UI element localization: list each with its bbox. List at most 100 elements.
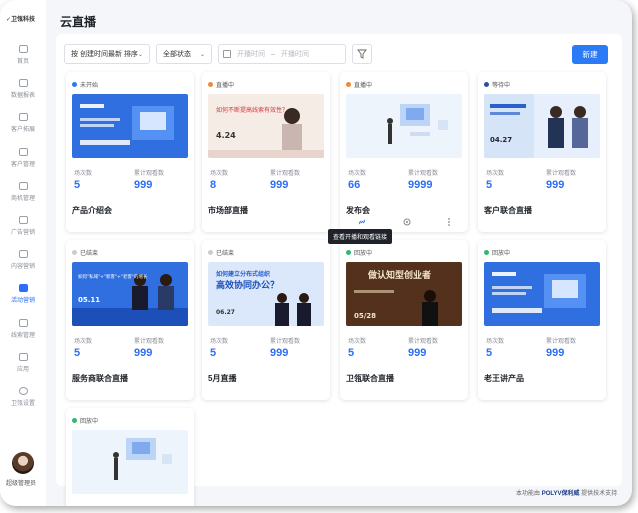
card-thumbnail (72, 430, 188, 494)
home-icon (18, 45, 28, 54)
live-card[interactable]: 直播中 如何不断提高线索有效性？ 4.24 场次数 累计观看数 8 999 市场部… (202, 72, 330, 232)
live-card[interactable]: 回放中 (66, 408, 194, 506)
user-plus-icon (18, 113, 28, 122)
gear-icon (18, 386, 28, 395)
thumbnail-illustration: 如何建立分布式组织高效协同办公？ 06.27 (208, 262, 324, 326)
footer-credit: 本功能由 POLYV保利威 提供技术支持 (516, 491, 618, 497)
sidebar-item-apps[interactable]: 应用 (0, 346, 46, 380)
card-title: 5月直播 (208, 374, 237, 383)
sidebar-item-content[interactable]: 内容营销 (0, 243, 46, 277)
card-thumbnail: 如何建立分布式组织 高效协同办公？ 06.27 (208, 262, 324, 326)
status-badge: 直播中 (208, 80, 234, 89)
link-tooltip: 查看开播和观看链接 (328, 229, 393, 244)
card-thumbnail (72, 94, 188, 158)
sidebar-item-reports[interactable]: 数据报表 (0, 72, 46, 106)
document-icon (18, 250, 28, 259)
views-count: 999 (134, 179, 153, 191)
date-range-picker[interactable]: 开播时间 – 开播时间 (218, 44, 346, 64)
sessions-count: 5 (486, 347, 493, 359)
sidebar-item-opportunities[interactable]: 商机管理 (0, 175, 46, 209)
svg-text:如何"私域"+"新客"+"老客"的增长: 如何"私域"+"新客"+"老客"的增长 (78, 273, 148, 280)
sidebar-item-home[interactable]: 首页 (0, 38, 46, 72)
status-select[interactable]: 全部状态 ⌄ (156, 44, 212, 64)
live-card[interactable]: 直播中 场次数 累计观看数 66 9999 发布会 (340, 72, 468, 232)
gear-icon[interactable] (402, 217, 412, 227)
leads-icon (18, 318, 28, 327)
sessions-count: 5 (348, 347, 355, 359)
views-count: 999 (408, 347, 427, 359)
card-thumbnail (346, 94, 462, 158)
sessions-count: 66 (348, 179, 361, 191)
status-badge: 未开始 (72, 80, 98, 89)
card-thumbnail (484, 262, 600, 326)
card-hover-actions (340, 214, 468, 230)
thumbnail-illustration (72, 430, 188, 494)
live-card[interactable]: 回放中 场次数 累计观看数 5 999 老王讲产品 (478, 240, 606, 400)
live-card[interactable]: 回放中 做认知型创业者 05/28 场次数 累计观看数 5 999 卫瓴联合直播 (340, 240, 468, 400)
page-title: 云直播 (60, 15, 97, 29)
live-card[interactable]: 未开始 场次数 累计观看数 5 999 产品介绍会 (66, 72, 194, 232)
status-dot (484, 82, 489, 87)
status-badge: 回放中 (484, 248, 510, 257)
status-dot (72, 250, 77, 255)
live-card[interactable]: 等待中 04.27 场次数 累计观看数 5 999 客户联合直播 (478, 72, 606, 232)
card-title: 客户联合直播 (484, 206, 532, 215)
sessions-count: 5 (74, 347, 81, 359)
avatar[interactable] (12, 452, 34, 474)
sort-select[interactable]: 按 创建时间最新 排序 ⌄ (64, 44, 150, 64)
status-dot (208, 250, 213, 255)
thumbnail-illustration: 做认知型创业者 05/28 (346, 262, 462, 326)
live-card[interactable]: 已结束 如何建立分布式组织 高效协同办公？ 06.27 场次数 累计观看数 5 99… (202, 240, 330, 400)
status-badge: 已结束 (208, 248, 234, 257)
filter-button[interactable] (352, 44, 372, 64)
thumbnail-illustration (72, 94, 188, 158)
sessions-count: 8 (210, 179, 217, 191)
sidebar-item-expansion[interactable]: 客户拓展 (0, 106, 46, 140)
app-frame: ✓卫瓴科技 首页 数据报表 客户拓展 客户管理 商机管理 广告营销 内容营销 活… (0, 0, 632, 506)
customer-icon (18, 147, 28, 156)
views-count: 999 (546, 179, 565, 191)
status-dot (346, 250, 351, 255)
brand-logo: ✓卫瓴科技 (6, 17, 36, 23)
more-icon[interactable] (447, 217, 451, 227)
sidebar-item-leads[interactable]: 线索管理 (0, 312, 46, 346)
status-dot (208, 82, 213, 87)
sessions-count: 5 (74, 179, 81, 191)
card-thumbnail: 做认知型创业者 05/28 (346, 262, 462, 326)
views-count: 999 (270, 347, 289, 359)
card-title: 老王讲产品 (484, 374, 524, 383)
thumbnail-illustration: 04.27 (484, 94, 600, 158)
date-start-input[interactable]: 开播时间 (237, 49, 265, 59)
card-title: 卫瓴联合直播 (346, 374, 394, 383)
sidebar-item-customers[interactable]: 客户管理 (0, 141, 46, 175)
sidebar-item-events[interactable]: 活动营销 (0, 277, 46, 311)
svg-text:05/28: 05/28 (354, 312, 376, 320)
calendar-icon (223, 50, 231, 58)
views-count: 999 (270, 179, 289, 191)
card-thumbnail: 04.27 (484, 94, 600, 158)
date-end-input[interactable]: 开播时间 (281, 49, 309, 59)
status-dot (72, 418, 77, 423)
card-title: 市场部直播 (208, 206, 248, 215)
thumbnail-illustration: 如何"私域"+"新客"+"老客"的增长 05.11 (72, 262, 188, 326)
sidebar: ✓卫瓴科技 首页 数据报表 客户拓展 客户管理 商机管理 广告营销 内容营销 活… (0, 0, 46, 506)
views-count: 999 (134, 347, 153, 359)
sidebar-item-ads[interactable]: 广告营销 (0, 209, 46, 243)
sidebar-item-settings[interactable]: 卫瓴设置 (0, 380, 46, 414)
svg-text:05.11: 05.11 (78, 296, 100, 304)
target-icon (18, 181, 28, 190)
status-badge: 已结束 (72, 248, 98, 257)
svg-text:06.27: 06.27 (216, 309, 235, 316)
link-icon[interactable] (357, 217, 367, 227)
views-count: 9999 (408, 179, 433, 191)
card-thumbnail: 如何不断提高线索有效性？ 4.24 (208, 94, 324, 158)
chevron-down-icon: ⌄ (137, 51, 143, 58)
toolbar: 按 创建时间最新 排序 ⌄ 全部状态 ⌄ 开播时间 – 开播时间 新建 (64, 44, 624, 64)
sessions-count: 5 (210, 347, 217, 359)
new-button[interactable]: 新建 (572, 45, 608, 64)
status-dot (72, 82, 77, 87)
status-badge: 回放中 (72, 416, 98, 425)
sidebar-nav: 首页 数据报表 客户拓展 客户管理 商机管理 广告营销 内容营销 活动营销 线索… (0, 38, 46, 414)
thumbnail-illustration (484, 262, 600, 326)
live-card[interactable]: 已结束 如何"私域"+"新客"+"老客"的增长 05.11 场次数 累计观看数 5… (66, 240, 194, 400)
